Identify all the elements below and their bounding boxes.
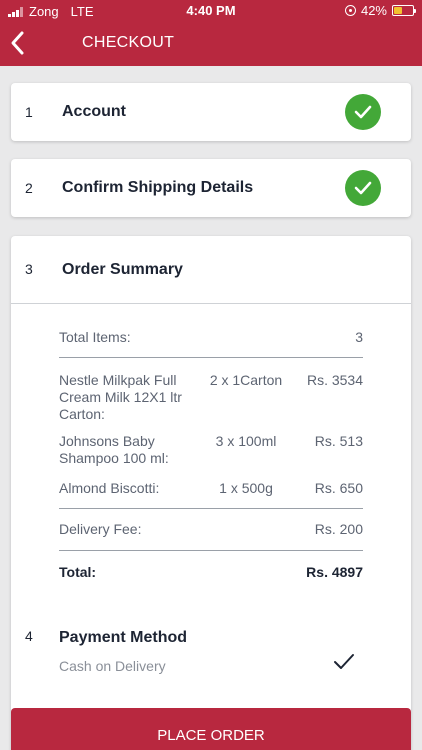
- delivery-fee-value: Rs. 200: [314, 521, 363, 537]
- payment-method-title: Payment Method: [59, 629, 188, 646]
- total-label: Total:: [59, 564, 97, 580]
- total-items-label: Total Items:: [59, 329, 131, 345]
- payment-option-cod[interactable]: Cash on Delivery: [59, 658, 166, 674]
- status-right: 42%: [344, 3, 416, 18]
- item-name: Almond Biscotti:: [59, 480, 160, 496]
- step-number: 3: [25, 261, 33, 277]
- divider: [59, 357, 363, 358]
- step-number: 4: [25, 628, 33, 644]
- item-quantity: 1 x 500g: [219, 480, 273, 496]
- step-title: Order Summary: [62, 261, 183, 278]
- step-shipping-card[interactable]: 2 Confirm Shipping Details: [11, 159, 411, 217]
- item-name: Nestle Milkpak Full Cream Milk 12X1 ltr …: [59, 372, 182, 422]
- checkmark-icon: [345, 94, 381, 130]
- battery-icon: [392, 5, 416, 16]
- item-quantity: 3 x 100ml: [215, 433, 277, 449]
- item-price: Rs. 513: [314, 433, 363, 449]
- item-name: Johnsons Baby Shampoo 100 ml:: [59, 433, 169, 466]
- step-title: Account: [62, 103, 126, 120]
- order-summary-header[interactable]: 3 Order Summary: [11, 236, 411, 304]
- orientation-lock-icon: [344, 5, 356, 16]
- checkmark-icon: [345, 170, 381, 206]
- total-value: Rs. 4897: [306, 564, 363, 580]
- status-bar: Zong LTE 4:40 PM 42%: [0, 0, 422, 22]
- total-items-value: 3: [355, 329, 363, 345]
- chevron-left-icon: [11, 31, 24, 55]
- delivery-fee-label: Delivery Fee:: [59, 521, 142, 537]
- step-account-card[interactable]: 1 Account: [11, 83, 411, 141]
- divider: [59, 550, 363, 551]
- checkmark-icon: [333, 652, 355, 678]
- item-price: Rs. 650: [314, 480, 363, 496]
- back-button[interactable]: [8, 30, 28, 56]
- page-title: CHECKOUT: [82, 34, 175, 51]
- step-number: 2: [25, 180, 33, 196]
- step-title: Confirm Shipping Details: [62, 179, 254, 196]
- item-quantity: 2 x 1Carton: [209, 372, 283, 388]
- order-summary-card: 3 Order Summary Total Items: 3 Nestle Mi…: [11, 236, 411, 750]
- item-price: Rs. 3534: [306, 372, 363, 388]
- app-header: Zong LTE 4:40 PM 42% CHECKOUT: [0, 0, 422, 66]
- divider: [59, 508, 363, 509]
- battery-percent: 42%: [360, 3, 387, 18]
- step-number: 1: [25, 104, 33, 120]
- place-order-button[interactable]: PLACE ORDER: [11, 708, 411, 750]
